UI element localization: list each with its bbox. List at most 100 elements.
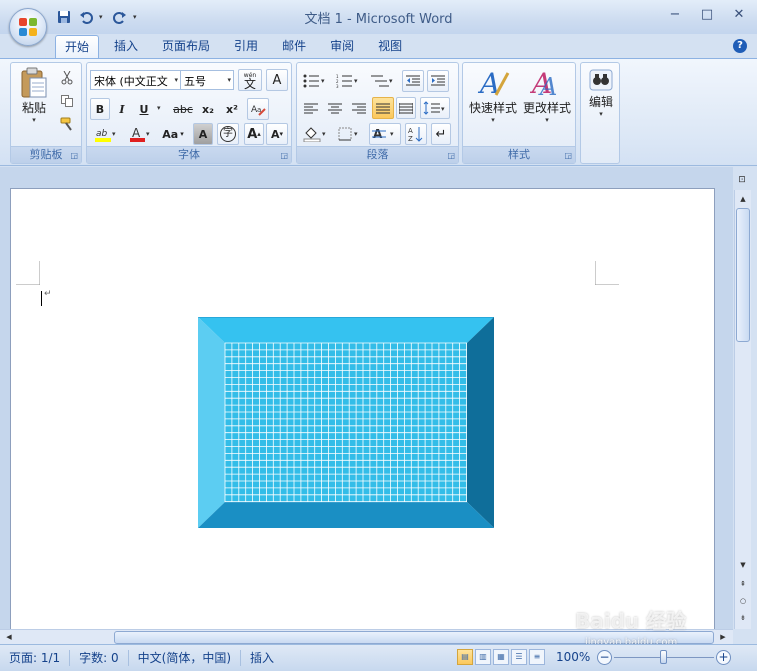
align-left-button[interactable] [300,97,322,119]
tab-page-layout[interactable]: 页面布局 [153,35,219,59]
paragraph-launcher-icon[interactable]: ◲ [447,151,455,160]
strikethrough-button[interactable]: abc [171,98,195,120]
shrink-font-button[interactable]: A ▾ [266,123,288,145]
enclose-chars-button[interactable]: 字 [217,123,239,145]
bevel-shape[interactable] [198,317,494,528]
highlight-button[interactable]: ab ▾ [90,123,120,145]
font-color-button[interactable]: A ▾ [125,123,155,145]
zoom-level[interactable]: 100% [556,650,590,664]
word-count[interactable]: 字数: 0 [70,650,129,666]
view-ruler-icon[interactable]: ⊡ [734,172,750,188]
grow-font-button[interactable]: A ▴ [244,123,264,145]
web-layout-icon[interactable]: ▦ [493,649,509,665]
multilevel-list-button[interactable]: ▾ [366,70,398,92]
close-button[interactable]: ✕ [731,6,747,24]
scroll-down-icon[interactable]: ▼ [736,558,750,572]
scroll-left-icon[interactable]: ◀ [2,631,16,644]
minimize-button[interactable]: − [667,6,683,24]
full-screen-reading-icon[interactable]: ▥ [475,649,491,665]
vertical-scroll-thumb[interactable] [736,208,750,342]
justify-button[interactable] [372,97,394,119]
draft-view-icon[interactable]: ≡ [529,649,545,665]
print-layout-view-icon[interactable]: ▤ [457,649,473,665]
next-page-icon[interactable]: ⇟ [736,611,750,625]
change-case-glyph: Aa [162,127,179,141]
chinese-layout-button[interactable]: A ▾ [369,123,401,145]
italic-button[interactable]: I [112,98,132,120]
clipboard-launcher-icon[interactable]: ◲ [70,151,78,160]
editing-group: 编辑 ▾ [580,62,620,164]
borders-button[interactable]: ▾ [335,123,365,145]
change-case-button[interactable]: Aa ▾ [157,123,189,145]
decrease-indent-button[interactable] [402,70,424,92]
styles-launcher-icon[interactable]: ◲ [564,151,572,160]
grow-arrow-icon: ▴ [257,130,261,138]
clear-formatting-button[interactable]: Aa [247,98,269,120]
copy-icon [61,95,73,107]
insert-mode-status[interactable]: 插入 [241,650,283,666]
tab-insert[interactable]: 插入 [105,35,147,59]
scroll-up-icon[interactable]: ▲ [736,192,750,206]
align-right-button[interactable] [348,97,370,119]
document-page[interactable]: ↵ [10,188,715,629]
outline-view-icon[interactable]: ☰ [511,649,527,665]
maximize-button[interactable]: □ [699,6,715,24]
binoculars-icon [589,69,613,91]
bold-button[interactable]: B [90,98,110,120]
show-marks-button[interactable]: ↵ [431,123,451,145]
zoom-out-icon[interactable]: − [597,650,612,665]
font-name-dropdown-icon: ▾ [174,76,178,84]
numbering-button[interactable]: 1 2 3 ▾ [333,70,363,92]
change-styles-label: 更改样式 [522,101,571,115]
underline-dropdown-icon[interactable]: ▾ [157,104,161,112]
paragraph-mark-icon: ↵ [44,289,52,299]
align-center-button[interactable] [324,97,346,119]
office-button[interactable] [9,8,47,46]
svg-text:A: A [132,126,141,140]
increase-indent-button[interactable] [427,70,449,92]
char-shading-button[interactable]: A [193,123,213,145]
vertical-scrollbar[interactable]: ▲ ▼ ⇞ ○ ⇟ [734,190,751,629]
font-size-combo[interactable]: 五号 ▾ [180,70,234,90]
tab-view[interactable]: 视图 [369,35,411,59]
scroll-right-icon[interactable]: ▶ [716,631,730,644]
bullets-button[interactable]: ▾ [300,70,330,92]
font-name-combo[interactable]: 宋体 (中文正文 ▾ [90,70,181,90]
change-styles-button[interactable]: AA 更改样式 ▾ [520,67,574,124]
font-color-icon: A ▾ [130,126,150,142]
previous-page-icon[interactable]: ⇞ [736,577,750,591]
chinese-layout-icon: A ▾ [372,127,394,141]
bevel-right [467,317,494,528]
zoom-slider-thumb[interactable] [660,650,667,664]
select-browse-object-icon[interactable]: ○ [736,594,750,608]
copy-button[interactable] [57,90,77,112]
char-border-glyph: A [272,72,282,88]
format-painter-button[interactable] [57,113,77,135]
tab-home[interactable]: 开始 [55,35,100,59]
font-launcher-icon[interactable]: ◲ [280,151,288,160]
tab-review[interactable]: 审阅 [321,35,363,59]
shading-button[interactable]: ▾ [300,123,332,145]
tab-mailings[interactable]: 邮件 [273,35,315,59]
quick-styles-button[interactable]: A 快速样式 ▾ [466,67,520,124]
phonetic-guide-button[interactable]: wén 文 [238,69,262,91]
subscript-button[interactable]: x₂ [197,98,219,120]
superscript-button[interactable]: x² [221,98,243,120]
paragraph-group-label: 段落 [297,146,458,163]
zoom-in-icon[interactable]: + [716,650,731,665]
paste-button[interactable]: 粘贴 ▾ [15,67,53,124]
cut-button[interactable] [57,67,77,89]
sort-button[interactable]: AZ [405,123,427,145]
line-spacing-button[interactable]: ▾ [420,97,450,119]
svg-text:▾: ▾ [112,130,116,138]
quick-styles-dropdown-icon: ▾ [491,116,495,124]
underline-button[interactable]: U [134,98,154,120]
justify-icon [376,103,390,113]
page-count[interactable]: 页面: 1/1 [0,650,71,666]
tab-references[interactable]: 引用 [225,35,267,59]
language-status[interactable]: 中文(简体，中国) [129,650,242,666]
distributed-button[interactable] [396,97,416,119]
help-icon[interactable]: ? [733,39,747,53]
editing-button[interactable]: 编辑 ▾ [583,67,619,118]
char-border-button[interactable]: A [266,69,288,91]
